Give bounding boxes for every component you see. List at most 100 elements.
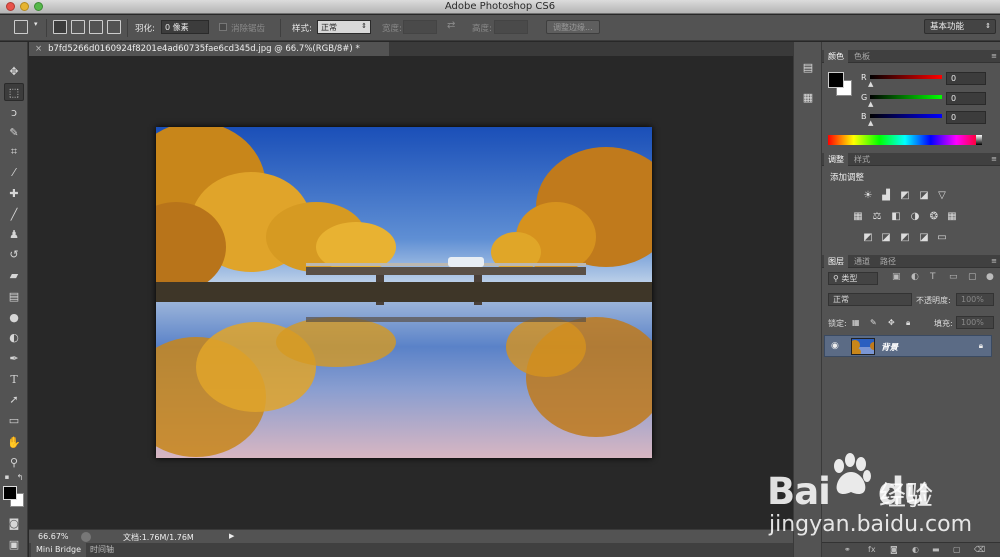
levels-icon[interactable]: ▟ (880, 190, 892, 202)
default-colors-icon[interactable]: ▪ (2, 472, 12, 482)
panel-menu-icon[interactable]: ≡ (991, 155, 997, 163)
swap-colors-icon[interactable]: ↰ (15, 472, 25, 482)
chevron-down-icon[interactable]: ▾ (34, 20, 38, 28)
antialias-checkbox[interactable] (219, 23, 227, 31)
dodge-tool-icon[interactable]: ◐ (4, 328, 24, 346)
move-tool-icon[interactable]: ✥ (4, 62, 24, 80)
red-slider[interactable] (870, 75, 942, 79)
eye-icon[interactable]: ◉ (831, 341, 839, 351)
tab-color[interactable]: 颜色 (824, 50, 848, 63)
feather-input[interactable]: 0 像素 (161, 20, 209, 34)
panel-menu-icon[interactable]: ≡ (991, 52, 997, 60)
filter-type-icon[interactable]: T (930, 272, 936, 282)
properties-panel-icon[interactable]: ▦ (800, 90, 816, 106)
layer-name[interactable]: 背景 (881, 341, 898, 353)
blue-slider[interactable] (870, 114, 942, 118)
filter-smart-object-icon[interactable]: ▢ (968, 272, 977, 282)
height-input[interactable] (494, 20, 528, 34)
canvas-area[interactable] (29, 56, 793, 529)
lasso-tool-icon[interactable]: ↄ (4, 103, 24, 121)
selective-color-icon[interactable]: ◪ (918, 232, 930, 244)
document-tab[interactable]: × b7fd5266d0160924f8201e4ad60735fae6cd345… (29, 42, 389, 56)
status-options-icon[interactable] (81, 532, 91, 542)
intersect-selection-icon[interactable] (107, 20, 121, 34)
blue-input[interactable]: 0 (946, 111, 986, 124)
add-selection-icon[interactable] (71, 20, 85, 34)
color-spectrum-bw[interactable] (976, 135, 982, 145)
opacity-input[interactable]: 100% (956, 293, 994, 306)
marquee-preset-icon[interactable] (14, 20, 28, 34)
lock-position-icon[interactable]: ✥ (888, 318, 895, 327)
green-slider-thumb-icon[interactable]: ▲ (868, 100, 873, 108)
hue-saturation-icon[interactable]: ▦ (852, 211, 864, 223)
red-input[interactable]: 0 (946, 72, 986, 85)
zoom-level[interactable]: 66.67% (38, 532, 69, 541)
eraser-tool-icon[interactable]: ▰ (4, 266, 24, 284)
lock-all-icon[interactable]: 🔒︎ (906, 318, 910, 328)
style-select[interactable]: 正常 ⇕ (317, 20, 371, 34)
lock-transparent-icon[interactable]: ▦ (852, 318, 860, 327)
subtract-selection-icon[interactable] (89, 20, 103, 34)
photo-filter-icon[interactable]: ◑ (909, 211, 921, 223)
color-lookup-icon[interactable]: ▦ (946, 211, 958, 223)
type-tool-icon[interactable]: T (4, 370, 24, 388)
crop-tool-icon[interactable]: ⌗ (4, 143, 24, 161)
black-white-icon[interactable]: ◧ (890, 211, 902, 223)
refine-edge-button[interactable]: 调整边缘... (546, 20, 600, 34)
curves-icon[interactable]: ◩ (899, 190, 911, 202)
tab-paths[interactable]: 路径 (876, 255, 900, 268)
swap-icon[interactable]: ⇄ (447, 20, 455, 31)
color-balance-icon[interactable]: ⚖ (871, 211, 883, 223)
marquee-tool-icon[interactable]: ⬚ (4, 83, 24, 101)
history-brush-tool-icon[interactable]: ↺ (4, 245, 24, 263)
layer-filter-select[interactable]: ⚲ 类型 (828, 272, 878, 285)
status-menu-arrow-icon[interactable]: ▶ (229, 532, 234, 540)
layer-row[interactable]: ◉ 背景 🔒︎ (824, 335, 992, 357)
tab-styles[interactable]: 样式 (850, 153, 874, 166)
green-slider[interactable] (870, 95, 942, 99)
tab-mini-bridge[interactable]: Mini Bridge (31, 543, 87, 557)
workspace-select[interactable]: 基本功能 ⇕ (924, 19, 996, 34)
invert-icon[interactable]: ◩ (862, 232, 874, 244)
tab-adjustments[interactable]: 调整 (824, 153, 848, 166)
stamp-tool-icon[interactable]: ♟ (4, 225, 24, 243)
channel-mixer-icon[interactable]: ❂ (928, 211, 940, 223)
color-fg-swatch[interactable] (828, 72, 844, 88)
panel-menu-icon[interactable]: ≡ (991, 257, 997, 265)
history-panel-icon[interactable]: ▤ (800, 60, 816, 76)
close-tab-icon[interactable]: × (35, 44, 42, 54)
blue-slider-thumb-icon[interactable]: ▲ (868, 119, 873, 127)
red-slider-thumb-icon[interactable]: ▲ (868, 80, 873, 88)
vibrance-icon[interactable]: ▽ (936, 190, 948, 202)
filter-pixel-icon[interactable]: ▣ (892, 272, 901, 282)
path-select-tool-icon[interactable]: ➚ (4, 390, 24, 408)
filter-adjustment-icon[interactable]: ◐ (911, 272, 919, 282)
tab-swatches[interactable]: 色板 (850, 50, 874, 63)
quick-select-tool-icon[interactable]: ✎ (4, 123, 24, 141)
brush-tool-icon[interactable]: ╱ (4, 205, 24, 223)
blur-tool-icon[interactable]: ● (4, 308, 24, 326)
brightness-icon[interactable]: ☀ (862, 190, 874, 202)
blend-mode-select[interactable]: 正常 (828, 293, 912, 306)
eyedropper-tool-icon[interactable]: ⁄ (4, 163, 24, 181)
color-spectrum[interactable] (828, 135, 982, 145)
gradient-tool-icon[interactable]: ▤ (4, 287, 24, 305)
pen-tool-icon[interactable]: ✒ (4, 349, 24, 367)
tab-layers[interactable]: 图层 (824, 255, 848, 268)
quick-mask-icon[interactable]: ◙ (4, 514, 24, 532)
foreground-color-swatch[interactable] (3, 486, 17, 500)
hand-tool-icon[interactable]: ✋ (4, 433, 24, 451)
lock-pixels-icon[interactable]: ✎ (870, 318, 877, 327)
fill-input[interactable]: 100% (956, 316, 994, 329)
shape-tool-icon[interactable]: ▭ (4, 411, 24, 429)
screen-mode-icon[interactable]: ▣ (4, 535, 24, 553)
width-input[interactable] (403, 20, 437, 34)
posterize-icon[interactable]: ◪ (880, 232, 892, 244)
zoom-tool-icon[interactable]: ⚲ (4, 453, 24, 471)
exposure-icon[interactable]: ◪ (918, 190, 930, 202)
filter-shape-icon[interactable]: ▭ (949, 272, 958, 282)
threshold-icon[interactable]: ◩ (899, 232, 911, 244)
new-selection-icon[interactable] (53, 20, 67, 34)
filter-toggle-icon[interactable]: ● (986, 272, 994, 282)
document-image[interactable] (156, 127, 652, 458)
